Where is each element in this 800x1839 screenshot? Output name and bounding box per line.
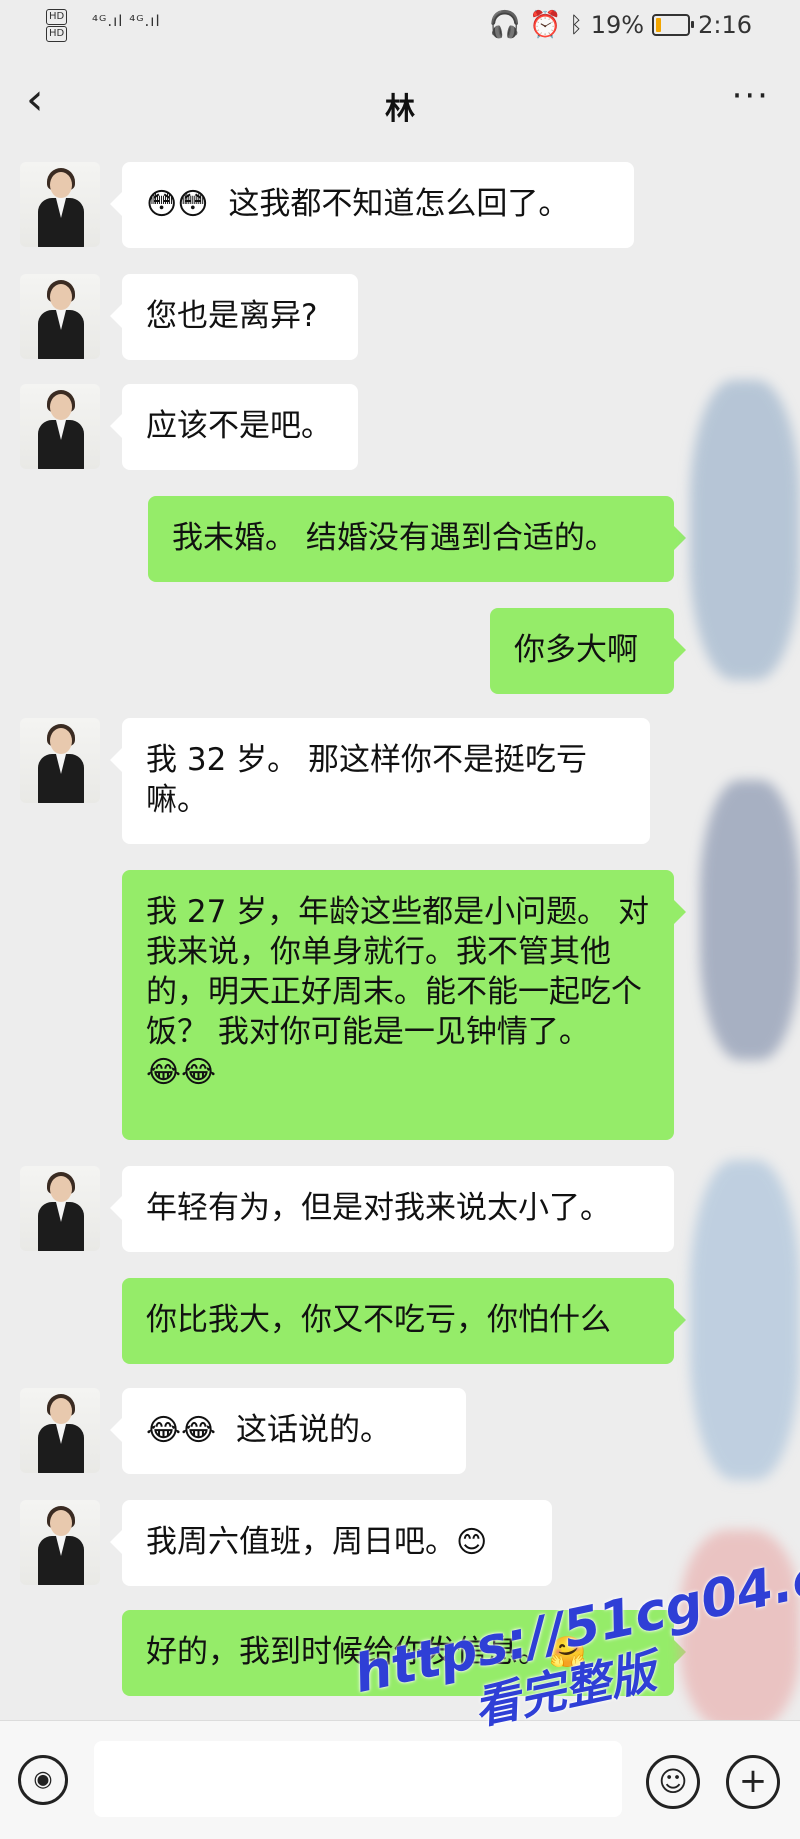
bluetooth-icon: ᛒ: [569, 12, 583, 38]
message-bubble[interactable]: 😳😳 这我都不知道怎么回了。: [110, 162, 634, 248]
more-dots-icon[interactable]: ···: [732, 76, 770, 116]
clock: 2:16: [698, 11, 752, 39]
message-bubble[interactable]: 你比我大，你又不吃亏，你怕什么: [122, 1278, 686, 1364]
emoji: 😂😂: [146, 1413, 217, 1448]
battery-percent: 19%: [590, 11, 645, 39]
message-bubble[interactable]: 我未婚。 结婚没有遇到合适的。: [148, 496, 686, 582]
emoji: 😊: [456, 1525, 488, 1560]
voice-icon[interactable]: ◉: [18, 1755, 68, 1805]
emoji: 😂😂: [146, 1055, 217, 1090]
headphones-icon: 🎧: [488, 10, 522, 40]
message-bubble[interactable]: 应该不是吧。: [110, 384, 358, 470]
message-text: 这话说的。: [235, 1412, 391, 1448]
message-text: 应该不是吧。: [146, 408, 332, 444]
chat-title: 林: [385, 92, 415, 127]
message-bubble[interactable]: 😂😂 这话说的。: [110, 1388, 466, 1474]
hd-badge: HD: [46, 9, 68, 25]
decorative-blot: [690, 380, 800, 680]
message-text: 我未婚。 结婚没有遇到合适的。: [172, 520, 616, 556]
signal-icon: ⁴ᴳ.ıl ⁴ᴳ.ıl: [92, 12, 161, 30]
avatar[interactable]: [20, 1500, 100, 1585]
avatar[interactable]: [20, 718, 100, 803]
avatar[interactable]: [20, 1388, 100, 1473]
emoji-icon[interactable]: ☺: [646, 1755, 700, 1809]
message-text: 我 27 岁，年龄这些都是小问题。 对我来说，你单身就行。我不管其他的，明天正好…: [146, 894, 650, 1050]
message-bubble[interactable]: 您也是离异?: [110, 274, 358, 360]
message-bubble[interactable]: 你多大啊: [490, 608, 686, 694]
battery-fill: [656, 18, 662, 32]
battery-icon: [652, 14, 695, 36]
plus-icon[interactable]: +: [726, 1755, 780, 1809]
message-text: 你比我大，你又不吃亏，你怕什么: [146, 1302, 611, 1338]
message-bubble[interactable]: 我 32 岁。 那这样你不是挺吃亏嘛。: [110, 718, 650, 844]
avatar[interactable]: [20, 1166, 100, 1251]
hd-indicators: HD HD: [46, 8, 69, 42]
message-bubble[interactable]: 我 27 岁，年龄这些都是小问题。 对我来说，你单身就行。我不管其他的，明天正好…: [122, 870, 686, 1140]
message-text: 这我都不知道怎么回了。: [228, 186, 570, 222]
message-text: 你多大啊: [514, 632, 638, 668]
chat-header: ‹ 林 ···: [0, 56, 800, 150]
message-bubble[interactable]: 我周六值班，周日吧。😊: [110, 1500, 552, 1586]
status-right: 🎧 ⏰ ᛒ 19% 2:16: [489, 10, 752, 40]
hd-badge: HD: [46, 26, 68, 42]
message-bubble[interactable]: 年轻有为，但是对我来说太小了。: [110, 1166, 674, 1252]
message-text: 您也是离异?: [146, 298, 318, 334]
decorative-blot: [700, 780, 800, 1060]
status-bar: HD HD ⁴ᴳ.ıl ⁴ᴳ.ıl 🎧 ⏰ ᛒ 19% 2:16: [0, 0, 800, 56]
message-text: 年轻有为，但是对我来说太小了。: [146, 1190, 611, 1226]
alarm-icon: ⏰: [529, 10, 562, 40]
message-text: 我周六值班，周日吧。: [146, 1524, 456, 1560]
avatar[interactable]: [20, 162, 100, 247]
avatar[interactable]: [20, 274, 100, 359]
message-text: 我 32 岁。 那这样你不是挺吃亏嘛。: [146, 742, 588, 818]
avatar[interactable]: [20, 384, 100, 469]
emoji: 😳😳: [146, 187, 209, 222]
decorative-blot: [690, 1160, 800, 1480]
